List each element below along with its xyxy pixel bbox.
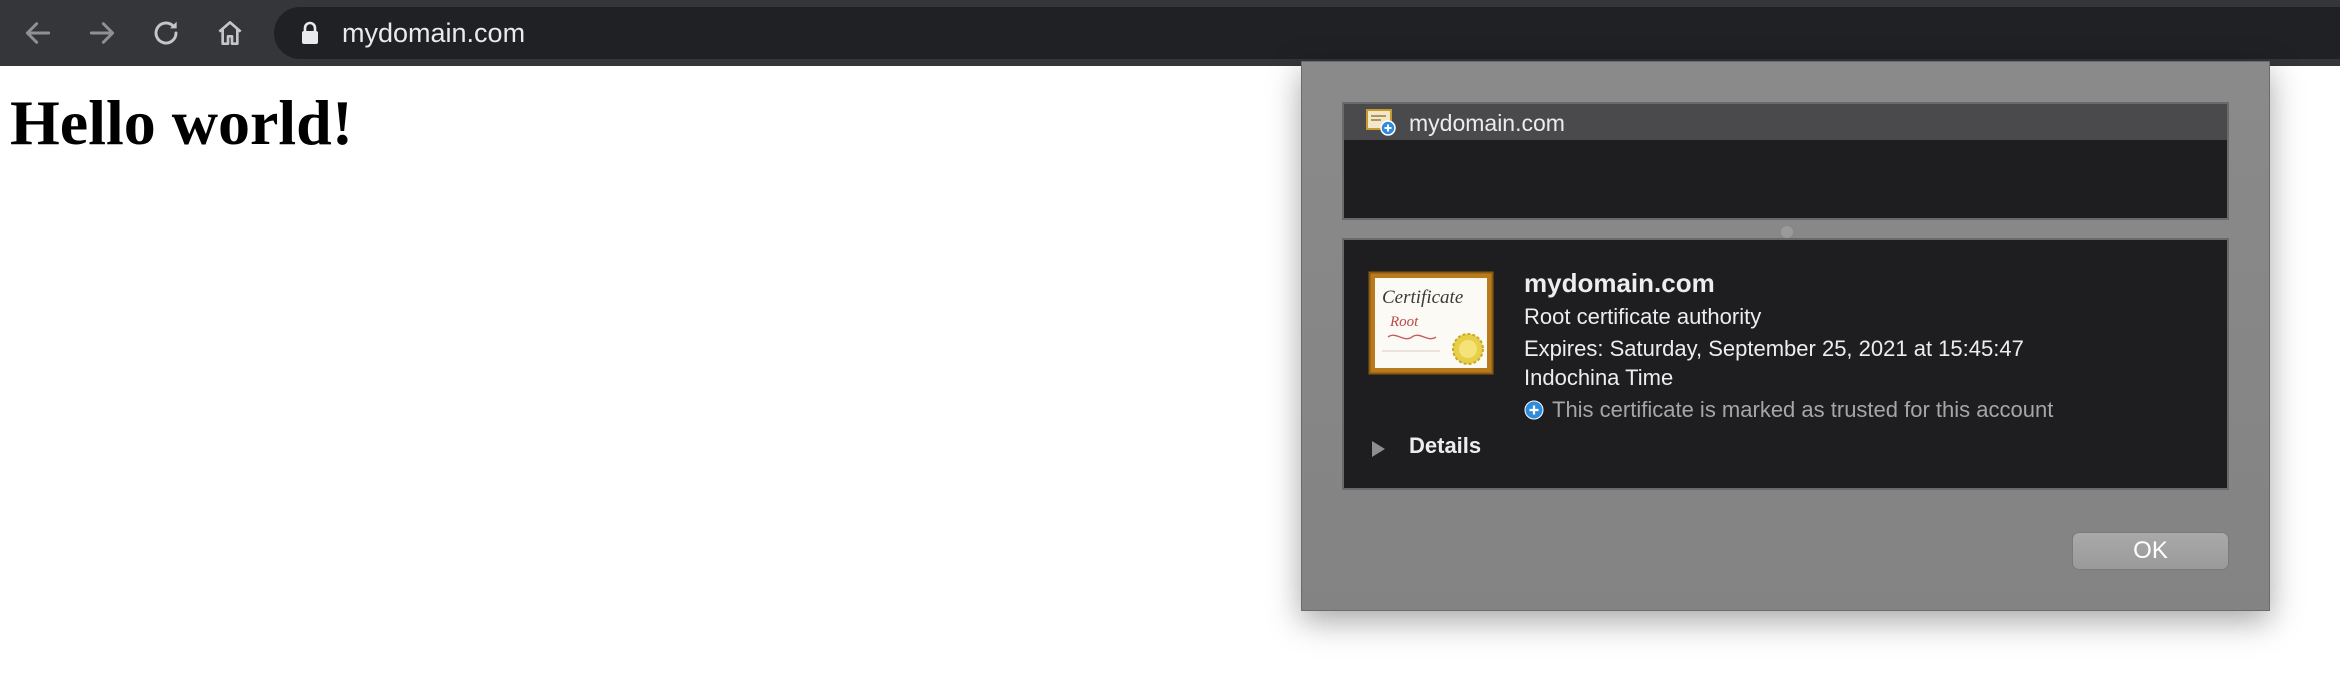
arrow-left-icon xyxy=(25,22,51,44)
list-item[interactable]: mydomain.com xyxy=(1344,104,2227,140)
certificate-expiry: Expires: Saturday, September 25, 2021 at… xyxy=(1524,336,2024,361)
home-icon xyxy=(218,21,242,45)
svg-text:Root: Root xyxy=(1389,314,1419,330)
list-item-label: mydomain.com xyxy=(1409,110,1565,136)
certificate-expiry-timezone: Indochina Time xyxy=(1524,365,1674,390)
reload-icon xyxy=(154,21,178,45)
disclosure-triangle-icon[interactable] xyxy=(1372,441,1385,457)
certificate-name: mydomain.com xyxy=(1524,268,1715,298)
home-button[interactable] xyxy=(206,9,254,57)
browser-toolbar: mydomain.com xyxy=(0,0,2340,66)
plus-circle-icon xyxy=(1524,400,1544,420)
split-view-handle[interactable] xyxy=(1781,226,1793,238)
reload-button[interactable] xyxy=(142,9,190,57)
certificate-type: Root certificate authority xyxy=(1524,304,1762,329)
certificate-dialog: mydomain.com Certificate Root mydomain.c… xyxy=(1301,61,2270,611)
url-text[interactable]: mydomain.com xyxy=(342,7,525,59)
certificate-image-icon: Certificate Root xyxy=(1368,271,1494,375)
ok-button[interactable]: OK xyxy=(2072,532,2229,570)
svg-text:Certificate: Certificate xyxy=(1382,287,1463,308)
back-button[interactable] xyxy=(14,9,62,57)
page-heading: Hello world! xyxy=(10,87,354,158)
details-disclosure[interactable]: Details xyxy=(1409,433,1481,459)
trust-status-text: This certificate is marked as trusted fo… xyxy=(1552,397,2054,422)
arrow-right-icon xyxy=(89,22,115,44)
lock-icon[interactable] xyxy=(298,20,322,46)
forward-button[interactable] xyxy=(78,9,126,57)
address-bar[interactable]: mydomain.com xyxy=(274,7,2340,59)
certificate-list[interactable]: mydomain.com xyxy=(1342,102,2229,220)
certificate-detail-pane: Certificate Root mydomain.com Root certi… xyxy=(1342,238,2229,490)
certificate-icon xyxy=(1366,109,1396,136)
